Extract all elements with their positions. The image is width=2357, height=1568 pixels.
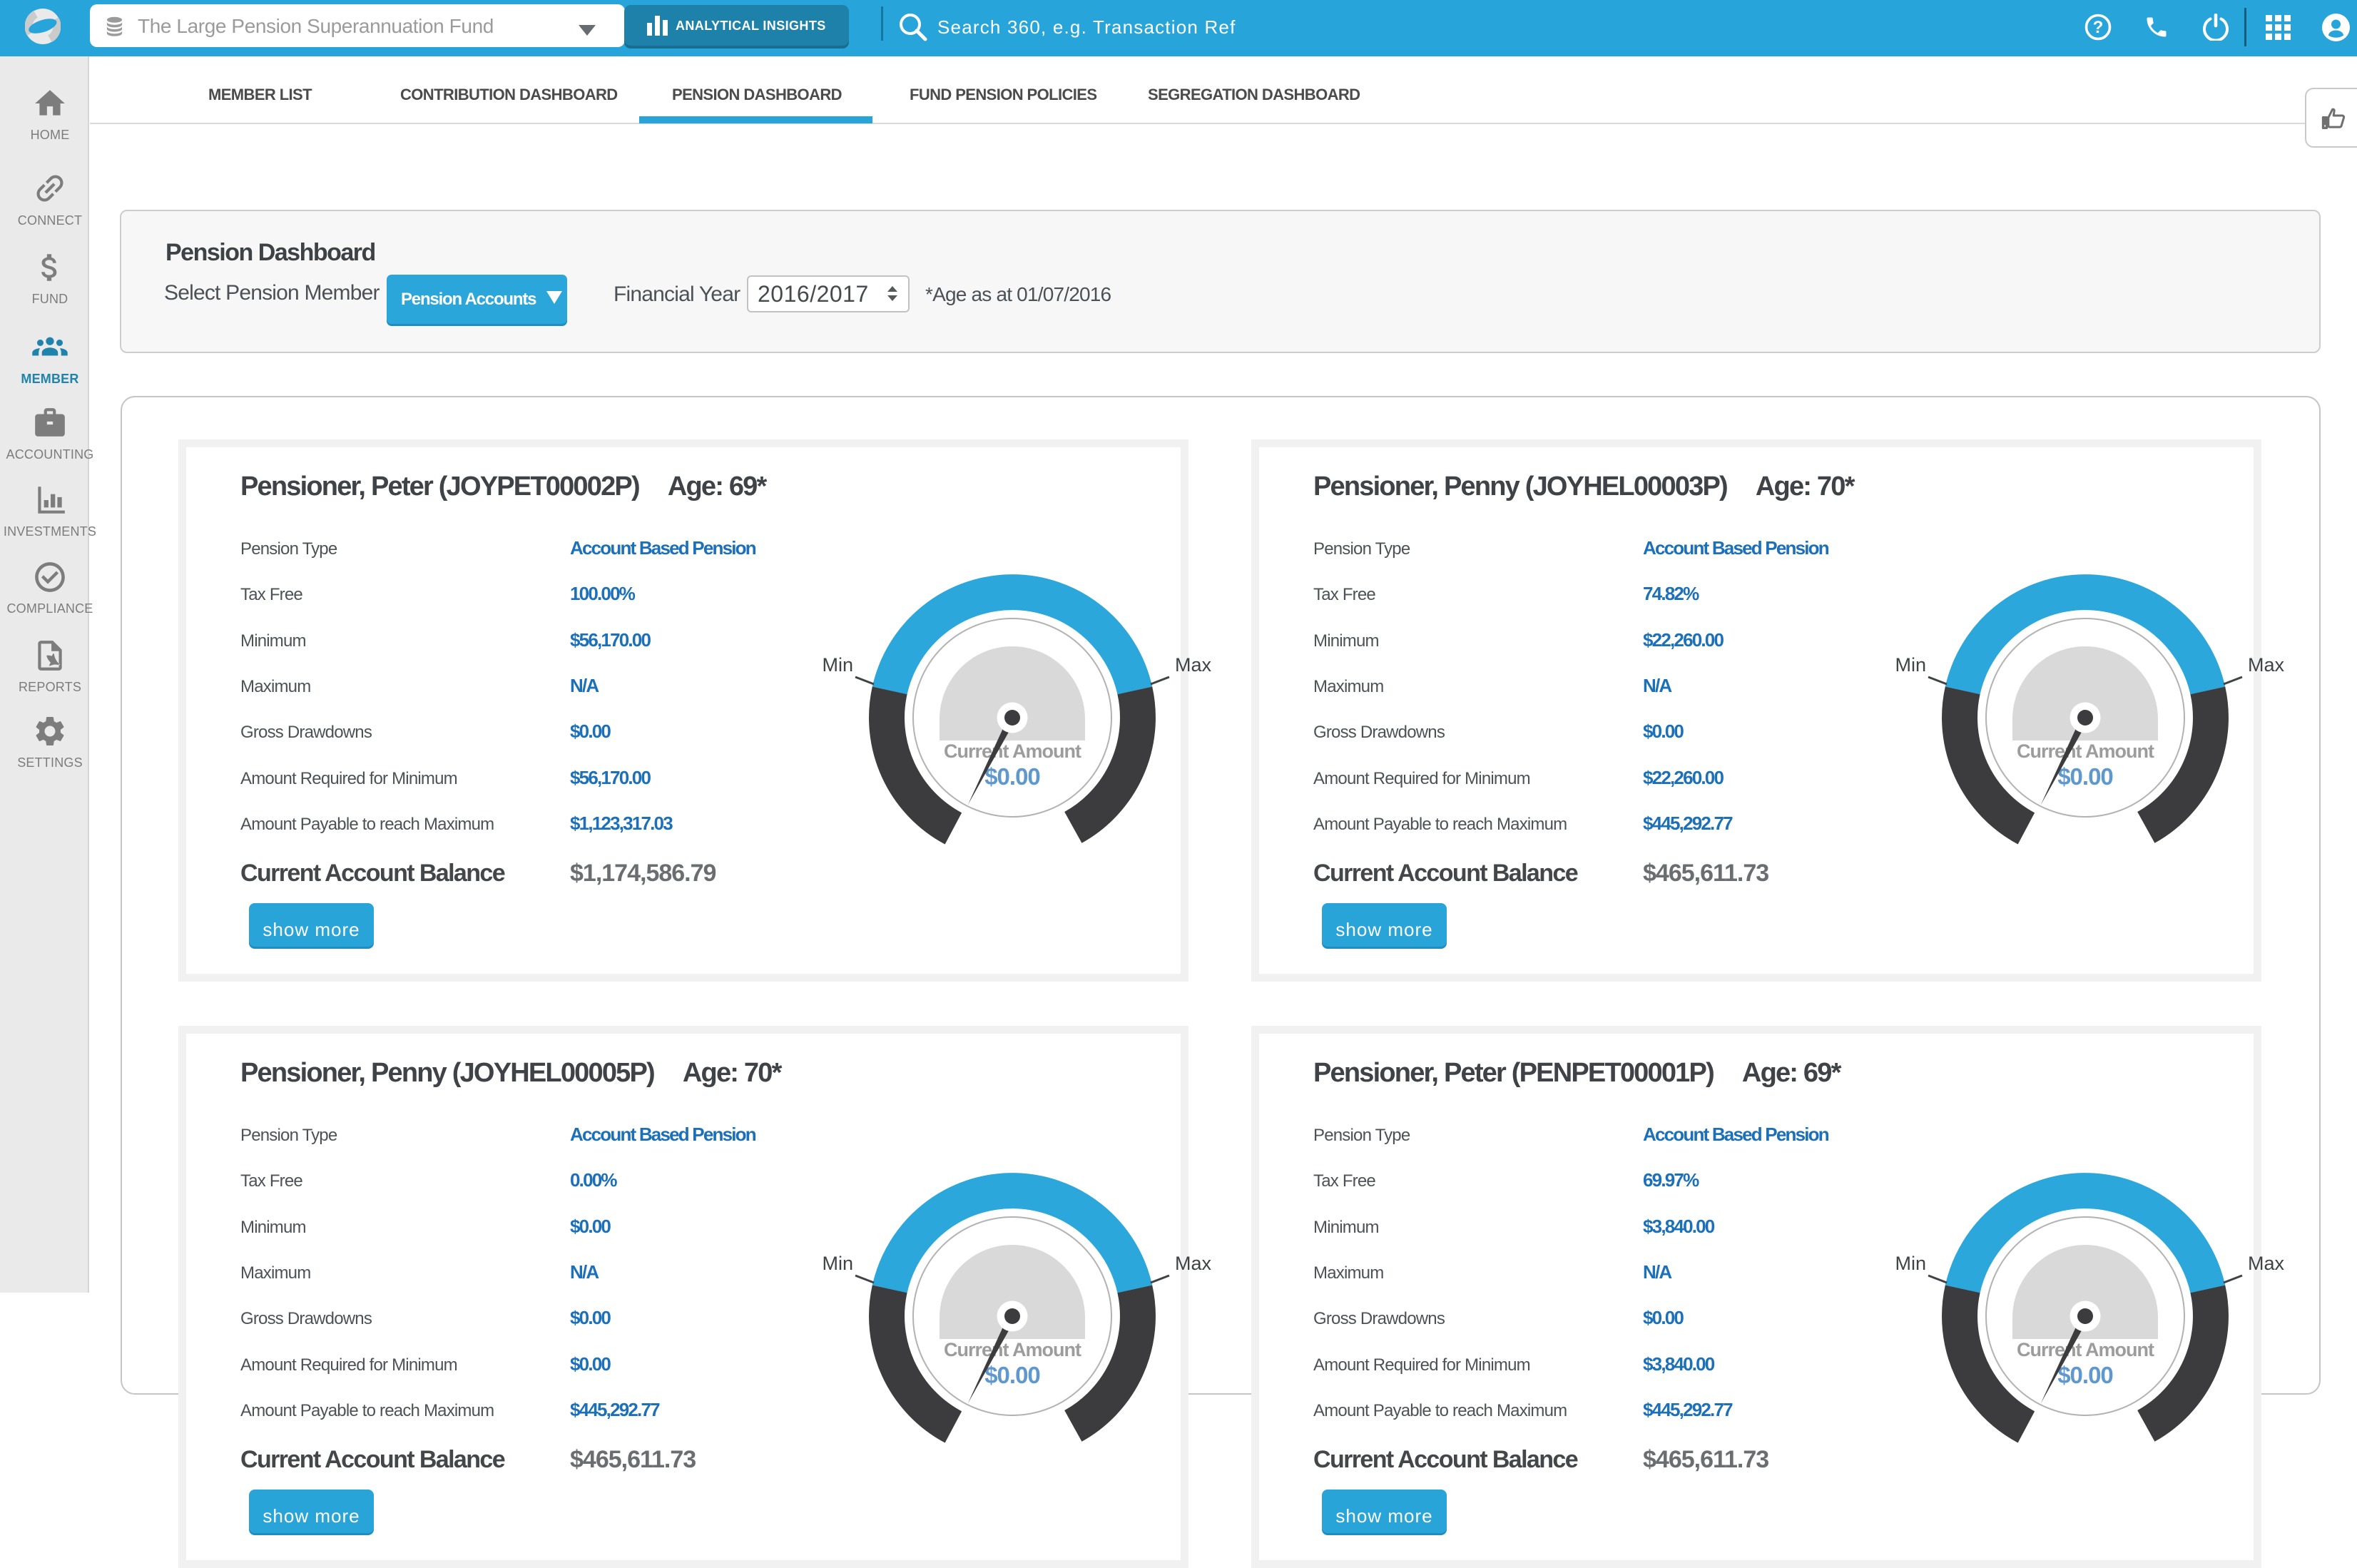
- svg-text:Current Amount: Current Amount: [2017, 740, 2154, 762]
- svg-text:Min: Min: [1895, 654, 1926, 676]
- svg-text:?: ?: [2093, 18, 2104, 37]
- svg-text:Current Amount: Current Amount: [2017, 1339, 2154, 1360]
- svg-text:Min: Min: [822, 654, 853, 676]
- svg-text:Min: Min: [1895, 1253, 1926, 1274]
- svg-text:$0.00: $0.00: [2057, 763, 2113, 790]
- svg-text:Current Amount: Current Amount: [944, 1339, 1081, 1360]
- svg-text:Max: Max: [2248, 1253, 2285, 1274]
- svg-text:Max: Max: [2248, 654, 2285, 676]
- svg-text:Max: Max: [1175, 1253, 1212, 1274]
- svg-text:Current Amount: Current Amount: [944, 740, 1081, 762]
- svg-text:Min: Min: [822, 1253, 853, 1274]
- svg-text:$0.00: $0.00: [984, 763, 1040, 790]
- svg-text:$0.00: $0.00: [2057, 1362, 2113, 1388]
- svg-text:$0.00: $0.00: [984, 1362, 1040, 1388]
- svg-text:Max: Max: [1175, 654, 1212, 676]
